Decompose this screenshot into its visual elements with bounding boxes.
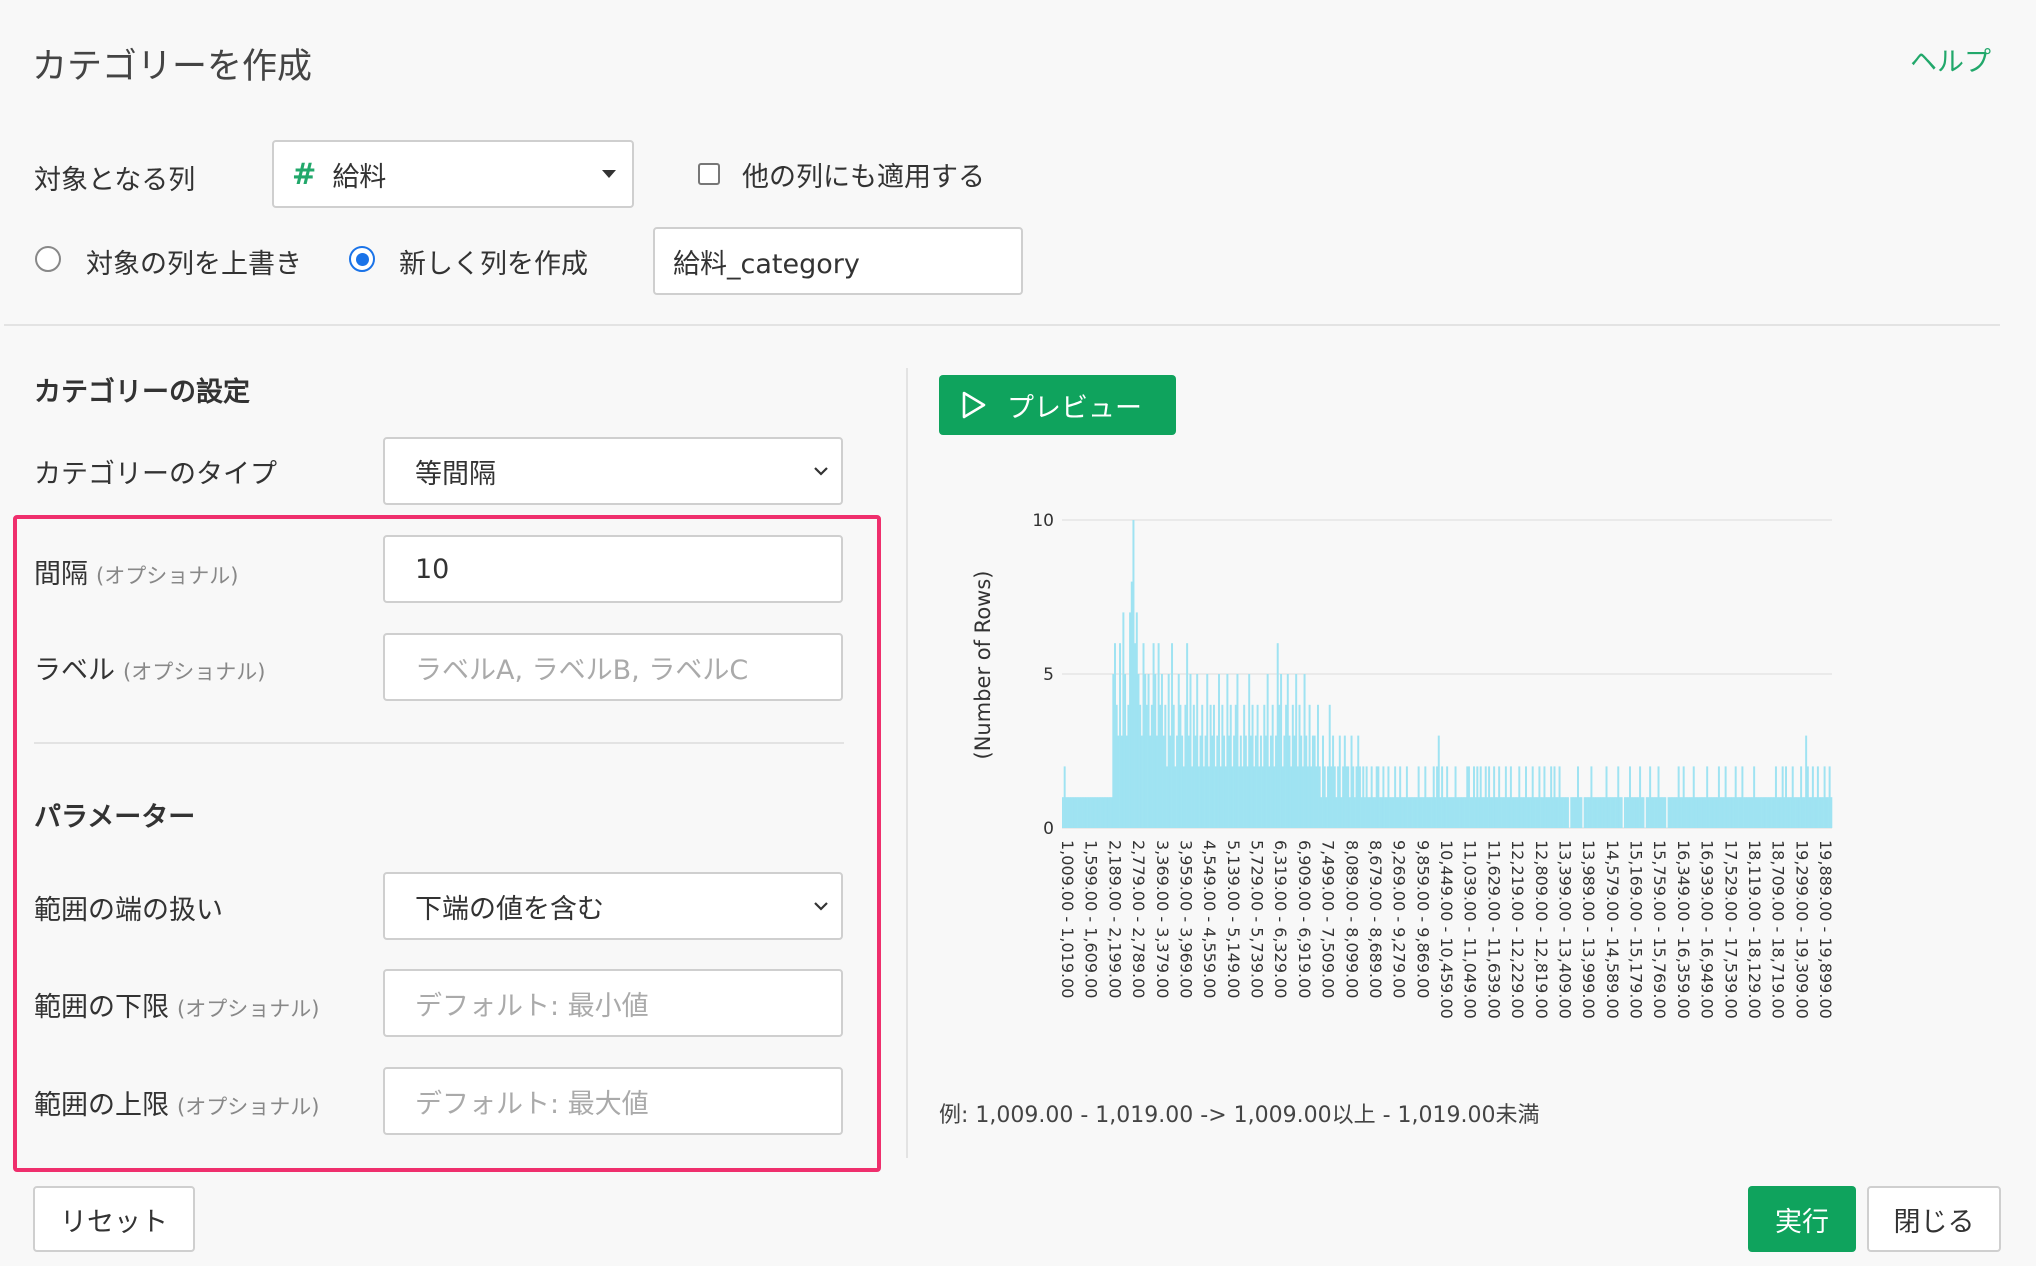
labels-input[interactable]: ラベルA, ラベルB, ラベルC (383, 633, 843, 701)
x-tick-label: 3,369.00 - 3,379.00 (1153, 840, 1172, 998)
range-lower-optional: (オプショナル) (177, 997, 320, 1021)
y-tick-label: 10 (1032, 511, 1054, 531)
x-tick-label: 11,039.00 - 11,049.00 (1461, 840, 1480, 1019)
interval-input[interactable]: 10 (383, 535, 843, 603)
x-tick-label: 12,219.00 - 12,229.00 (1508, 840, 1527, 1019)
x-tick-label: 11,629.00 - 11,639.00 (1484, 840, 1503, 1019)
preview-label: プレビュー (1007, 392, 1142, 424)
section-divider (4, 324, 2000, 326)
range-edge-value: 下端の値を含む (415, 893, 604, 925)
new-column-label: 新しく列を作成 (399, 249, 588, 280)
range-lower-label: 範囲の下限 (オプショナル) (34, 992, 320, 1023)
y-axis-label: (Number of Rows) (971, 571, 995, 760)
x-tick-label: 19,299.00 - 19,309.00 (1792, 840, 1811, 1019)
labels-label: ラベル (オプショナル) (34, 655, 266, 686)
category-settings-title: カテゴリーの設定 (34, 377, 250, 408)
range-edge-select[interactable]: 下端の値を含む (383, 872, 843, 940)
category-type-value: 等間隔 (415, 458, 496, 490)
range-upper-optional: (オプショナル) (177, 1095, 320, 1119)
apply-other-columns-label: 他の列にも適用する (742, 162, 985, 193)
x-tick-label: 15,169.00 - 15,179.00 (1627, 840, 1646, 1019)
y-tick-label: 5 (1043, 665, 1054, 685)
histogram-bar (1580, 797, 1583, 828)
category-type-label: カテゴリーのタイプ (34, 459, 277, 490)
apply-other-columns-checkbox[interactable] (698, 163, 720, 185)
preview-button[interactable]: プレビュー (939, 375, 1176, 435)
number-type-icon: # (292, 157, 317, 191)
category-type-select[interactable]: 等間隔 (383, 437, 843, 505)
x-tick-label: 1,009.00 - 1,019.00 (1058, 840, 1077, 998)
range-upper-placeholder: デフォルト: 最大値 (415, 1088, 649, 1120)
range-upper-label: 範囲の上限 (オプショナル) (34, 1090, 320, 1121)
interval-label: 間隔 (オプショナル) (34, 559, 239, 590)
x-tick-label: 14,579.00 - 14,589.00 (1603, 840, 1622, 1019)
x-tick-label: 19,889.00 - 19,899.00 (1816, 840, 1835, 1019)
x-tick-label: 8,679.00 - 8,689.00 (1366, 840, 1385, 998)
chevron-down-icon (814, 467, 828, 476)
interval-optional: (オプショナル) (96, 564, 239, 588)
panel-divider (906, 368, 908, 1158)
x-tick-label: 9,269.00 - 9,279.00 (1390, 840, 1409, 998)
target-column-select[interactable]: # 給料 (272, 140, 634, 208)
overwrite-label: 対象の列を上書き (86, 249, 302, 280)
x-tick-label: 18,119.00 - 18,129.00 (1745, 840, 1764, 1019)
x-tick-label: 15,759.00 - 15,769.00 (1650, 840, 1669, 1019)
x-tick-label: 5,729.00 - 5,739.00 (1248, 840, 1267, 998)
overwrite-radio[interactable] (35, 246, 61, 272)
histogram-bar (1830, 797, 1833, 828)
close-button[interactable]: 閉じる (1867, 1186, 2001, 1252)
histogram-chart: 0 5 10 1,009.00 - 1,019.00 1,599.00 - 1,609… (971, 511, 1835, 1019)
histogram-bar (1566, 797, 1569, 828)
run-button[interactable]: 実行 (1748, 1186, 1856, 1252)
new-column-name-value: 給料_category (673, 248, 860, 280)
x-tick-label: 13,399.00 - 13,409.00 (1555, 840, 1574, 1019)
play-icon (962, 391, 986, 419)
example-text: 例: 1,009.00 - 1,019.00 -> 1,009.00以上 - 1… (939, 1103, 1540, 1128)
dialog-title: カテゴリーを作成 (32, 47, 313, 87)
x-tick-label: 7,499.00 - 7,509.00 (1319, 840, 1338, 998)
reset-button[interactable]: リセット (33, 1186, 195, 1252)
x-tick-label: 8,089.00 - 8,099.00 (1342, 840, 1361, 998)
x-tick-label: 18,709.00 - 18,719.00 (1769, 840, 1788, 1019)
x-tick-label: 2,779.00 - 2,789.00 (1129, 840, 1148, 998)
x-tick-label: 5,139.00 - 5,149.00 (1224, 840, 1243, 998)
x-tick-label: 16,349.00 - 16,359.00 (1674, 840, 1693, 1019)
labels-optional: (オプショナル) (123, 660, 266, 684)
target-column-value: 給料 (332, 161, 387, 193)
x-tick-label: 4,549.00 - 4,559.00 (1200, 840, 1219, 998)
target-column-label: 対象となる列 (34, 165, 196, 196)
y-tick-label: 0 (1043, 819, 1054, 839)
x-tick-label: 16,939.00 - 16,949.00 (1698, 840, 1717, 1019)
range-lower-placeholder: デフォルト: 最小値 (415, 990, 649, 1022)
x-tick-label: 3,959.00 - 3,969.00 (1176, 840, 1195, 998)
x-tick-label: 17,529.00 - 17,539.00 (1721, 840, 1740, 1019)
chevron-down-icon (814, 902, 828, 911)
x-tick-label: 1,599.00 - 1,609.00 (1082, 840, 1101, 998)
caret-down-icon (602, 170, 616, 178)
labels-placeholder: ラベルA, ラベルB, ラベルC (415, 654, 749, 686)
new-column-name-input[interactable]: 給料_category (653, 227, 1023, 295)
range-upper-input[interactable]: デフォルト: 最大値 (383, 1067, 843, 1135)
range-edge-label: 範囲の端の扱い (34, 895, 223, 926)
x-tick-label: 10,449.00 - 10,459.00 (1437, 840, 1456, 1019)
x-tick-label: 6,909.00 - 6,919.00 (1295, 840, 1314, 998)
x-tick-label: 9,859.00 - 9,869.00 (1413, 840, 1432, 998)
parameters-title: パラメーター (34, 802, 196, 833)
range-lower-input[interactable]: デフォルト: 最小値 (383, 969, 843, 1037)
x-tick-label: 2,189.00 - 2,199.00 (1105, 840, 1124, 998)
params-divider (34, 742, 844, 744)
histogram-bar (1620, 797, 1623, 828)
new-column-radio[interactable] (349, 246, 375, 272)
x-tick-label: 13,989.00 - 13,999.00 (1579, 840, 1598, 1019)
x-tick-label: 6,319.00 - 6,329.00 (1271, 840, 1290, 998)
histogram-bar (1642, 797, 1645, 828)
interval-value: 10 (415, 553, 450, 585)
help-link[interactable]: ヘルプ (1910, 40, 1991, 79)
x-tick-label: 12,809.00 - 12,819.00 (1532, 840, 1551, 1019)
histogram-bar (1664, 797, 1667, 828)
